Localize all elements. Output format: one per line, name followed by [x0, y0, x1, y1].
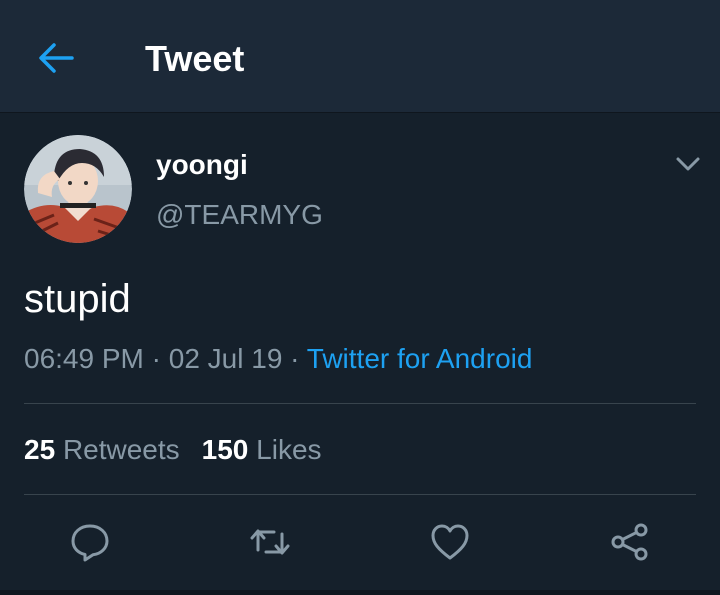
reply-icon — [71, 524, 109, 562]
retweet-icon — [250, 529, 290, 555]
tweet-actions-bar — [0, 520, 720, 570]
tweet-options-button[interactable] — [670, 150, 706, 180]
tweet-stats: 25 Retweets 150 Likes — [24, 432, 322, 468]
author-display-name[interactable]: yoongi — [156, 148, 248, 182]
meta-separator: · — [290, 343, 300, 374]
meta-separator: · — [151, 343, 161, 374]
avatar-photo — [24, 135, 132, 243]
like-button[interactable] — [428, 520, 472, 564]
tweet-meta: 06:49 PM · 02 Jul 19 · Twitter for Andro… — [24, 341, 532, 377]
divider — [24, 494, 696, 495]
likes-count: 150 — [201, 434, 249, 465]
like-icon — [431, 524, 469, 560]
app-header: Tweet — [0, 0, 720, 113]
likes-label: Likes — [256, 434, 322, 465]
bottom-edge — [0, 590, 720, 595]
page-title: Tweet — [145, 38, 245, 79]
retweets-count: 25 — [24, 434, 56, 465]
retweets-label: Retweets — [62, 434, 180, 465]
tweet-source-link[interactable]: Twitter for Android — [307, 343, 533, 374]
tweet-date: 02 Jul 19 — [168, 343, 283, 374]
likes-stat[interactable]: 150 Likes — [202, 434, 322, 465]
tweet-text: stupid — [24, 277, 131, 321]
divider — [24, 403, 696, 404]
reply-button[interactable] — [68, 520, 112, 564]
share-button[interactable] — [608, 520, 652, 564]
retweets-stat[interactable]: 25 Retweets — [24, 434, 180, 465]
retweet-button[interactable] — [248, 520, 292, 564]
tweet-time: 06:49 PM — [24, 343, 144, 374]
chevron-down-icon — [676, 157, 700, 171]
author-handle[interactable]: @TEARMYG — [156, 198, 323, 232]
arrow-left-icon — [39, 43, 74, 73]
back-button[interactable] — [34, 38, 78, 78]
share-icon — [611, 523, 648, 561]
avatar[interactable] — [24, 135, 132, 243]
